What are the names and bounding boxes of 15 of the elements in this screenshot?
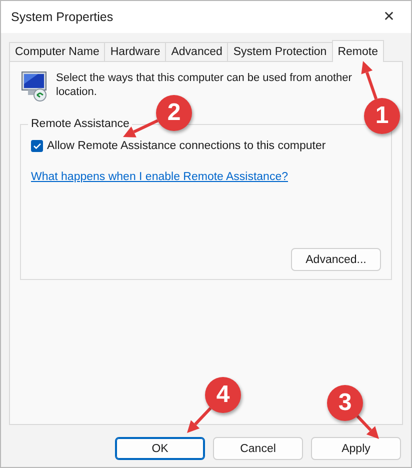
checkbox-label: Allow Remote Assistance connections to this computer xyxy=(47,140,326,152)
dialog-button[interactable]: Apply xyxy=(311,437,401,460)
arrow xyxy=(187,407,212,433)
advanced-button[interactable]: Advanced... xyxy=(291,248,381,271)
tab[interactable]: Computer Name xyxy=(9,42,106,61)
tab[interactable]: Remote xyxy=(332,40,384,62)
arrow xyxy=(361,61,378,100)
group-title: Remote Assistance xyxy=(30,118,130,130)
dialog-button[interactable]: OK xyxy=(115,437,205,460)
arrow xyxy=(356,415,379,439)
help-link[interactable]: What happens when I enable Remote Assistance? xyxy=(31,171,381,183)
checkbox[interactable] xyxy=(31,140,43,152)
dialog-button[interactable]: Cancel xyxy=(213,437,303,460)
window-title: System Properties xyxy=(11,10,114,24)
close-button[interactable]: ✕ xyxy=(367,1,411,33)
